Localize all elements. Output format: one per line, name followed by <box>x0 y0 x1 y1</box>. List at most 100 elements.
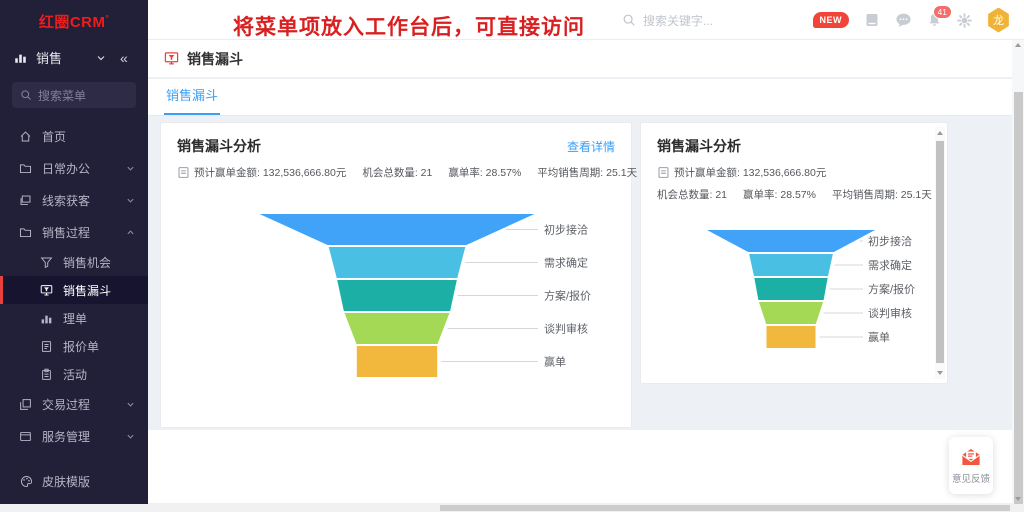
sidebar-item-label: 销售机会 <box>63 254 111 271</box>
sidebar-item-8[interactable]: 活动 <box>0 360 148 388</box>
scroll-down-arrow[interactable] <box>1015 497 1021 501</box>
sidebar-item-6[interactable]: 理单 <box>0 304 148 332</box>
funnel-stage-label: 谈判审核 <box>868 306 912 320</box>
card-title: 销售漏斗分析 <box>177 136 261 156</box>
scrollbar-thumb[interactable] <box>1014 92 1023 512</box>
sidebar-menu: 首页日常办公线索获客销售过程销售机会销售漏斗理单报价单活动交易过程服务管理 <box>0 120 148 452</box>
funnel-stage <box>255 213 539 246</box>
tab-bar: 销售漏斗 <box>148 79 1012 116</box>
page-vertical-scrollbar[interactable] <box>1012 40 1024 504</box>
app-logo: 红圈CRM° <box>0 0 148 32</box>
sidebar-item-1[interactable]: 日常办公 <box>0 152 148 184</box>
funnel-stage <box>327 246 466 279</box>
search-icon <box>622 13 636 27</box>
sidebar-item-label: 销售漏斗 <box>63 282 111 299</box>
funnel-card-left: 销售漏斗分析 查看详情 预计赢单金额: 132,536,666.80元机会总数量… <box>160 122 632 428</box>
empty-bottom-section <box>148 430 1012 503</box>
bar-chart-icon <box>40 312 53 325</box>
ledger-icon <box>657 166 670 179</box>
avatar[interactable]: 龙 <box>987 8 1010 33</box>
funnel-stage-label: 方案/报价 <box>544 289 591 303</box>
scroll-down-arrow[interactable] <box>937 371 943 375</box>
sidebar-item-label: 线索获客 <box>42 192 90 209</box>
chevron-down-icon <box>126 400 135 409</box>
collapse-sidebar-icon[interactable]: « <box>120 50 128 66</box>
scrollbar-thumb[interactable] <box>440 505 1010 511</box>
stat-item: 平均销售周期: 25.1天 <box>832 187 932 202</box>
sidebar-item-label: 报价单 <box>63 338 99 355</box>
monitor-funnel-icon <box>40 284 53 297</box>
stats-row: 预计赢单金额: 132,536,666.80元机会总数量: 21赢单率: 28.… <box>161 156 631 180</box>
sidebar-item-10[interactable]: 服务管理 <box>0 420 148 452</box>
funnel-stage <box>753 277 829 301</box>
feedback-button[interactable]: 意见反馈 <box>949 437 993 494</box>
funnel-stage <box>758 301 825 325</box>
chevron-down-icon <box>126 432 135 441</box>
funnel-stage-label: 赢单 <box>868 330 890 344</box>
folder-icon <box>19 226 32 239</box>
module-label: 销售 <box>36 48 62 67</box>
card-title: 销售漏斗分析 <box>657 136 741 156</box>
stat-item: 平均销售周期: 25.1天 <box>537 165 637 180</box>
sidebar-item-label: 销售过程 <box>42 224 90 241</box>
sidebar-item-0[interactable]: 首页 <box>0 120 148 152</box>
global-search-input[interactable]: 搜索关键字... <box>622 0 713 40</box>
page-horizontal-scrollbar[interactable] <box>0 504 1024 512</box>
bell-icon[interactable]: 41 <box>927 12 942 28</box>
sidebar-item-7[interactable]: 报价单 <box>0 332 148 360</box>
gear-icon[interactable] <box>957 13 972 28</box>
sidebar-item-4[interactable]: 销售机会 <box>0 248 148 276</box>
stat-item: 赢单率: 28.57% <box>448 165 521 180</box>
view-details-link[interactable]: 查看详情 <box>567 138 615 155</box>
funnel-stage <box>748 253 834 277</box>
sidebar-item-2[interactable]: 线索获客 <box>0 184 148 216</box>
layers-icon <box>19 194 32 207</box>
page-title: 销售漏斗 <box>187 49 243 69</box>
sidebar-search-input[interactable]: 搜索菜单 <box>12 82 136 108</box>
tab-sales-funnel[interactable]: 销售漏斗 <box>164 85 220 115</box>
scroll-up-arrow[interactable] <box>937 131 943 135</box>
stat-item: 预计赢单金额: 132,536,666.80元 <box>657 165 826 180</box>
funnel-stage-label: 赢单 <box>544 355 566 369</box>
sidebar-item-label: 首页 <box>42 128 66 145</box>
scroll-up-arrow[interactable] <box>1015 43 1021 47</box>
quote-doc-icon <box>40 340 53 353</box>
sidebar-item-label: 服务管理 <box>42 428 90 445</box>
folder-icon <box>19 162 32 175</box>
funnel-stage <box>765 325 816 349</box>
chat-icon[interactable] <box>895 12 912 28</box>
card-scrollbar[interactable] <box>935 127 945 379</box>
chevron-down-icon <box>126 164 135 173</box>
skin-template-label: 皮肤模版 <box>42 473 90 490</box>
funnel-stage-label: 需求确定 <box>544 256 588 270</box>
mail-icon <box>960 447 982 467</box>
chevron-up-icon <box>126 228 135 237</box>
copy-icon <box>19 398 32 411</box>
sidebar-item-9[interactable]: 交易过程 <box>0 388 148 420</box>
main-content: 销售漏斗 销售漏斗 销售漏斗分析 查看详情 预计赢单金额: 132,536,66… <box>148 40 1012 504</box>
stat-item: 赢单率: 28.57% <box>743 187 816 202</box>
sidebar-item-3[interactable]: 销售过程 <box>0 216 148 248</box>
home-icon <box>19 130 32 143</box>
sidebar-search-placeholder: 搜索菜单 <box>38 87 86 104</box>
sidebar-item-label: 活动 <box>63 366 87 383</box>
sidebar-item-skin-template[interactable]: 皮肤模版 <box>20 473 90 490</box>
funnel-stage <box>356 345 438 378</box>
funnel-stage-label: 谈判审核 <box>544 322 588 336</box>
feedback-label: 意见反馈 <box>952 471 990 485</box>
notification-count-badge: 41 <box>933 5 952 19</box>
stat-item: 机会总数量: 21 <box>657 187 727 202</box>
module-switcher[interactable]: 销售 « <box>14 48 136 67</box>
search-icon <box>20 89 32 101</box>
notebook-icon[interactable] <box>864 12 880 28</box>
global-search-placeholder: 搜索关键字... <box>643 12 713 29</box>
sidebar-item-5[interactable]: 销售漏斗 <box>0 276 148 304</box>
stat-item: 机会总数量: 21 <box>362 165 432 180</box>
scrollbar-thumb[interactable] <box>936 141 944 363</box>
new-badge[interactable]: NEW <box>813 12 850 28</box>
funnel-stage <box>343 312 451 345</box>
module-chart-icon <box>14 51 27 64</box>
sidebar: 红圈CRM° 销售 « 搜索菜单 首页日常办公线索获客销售过程销售机会销售漏斗理… <box>0 0 148 504</box>
funnel-icon <box>40 256 53 269</box>
window-icon <box>19 430 32 443</box>
